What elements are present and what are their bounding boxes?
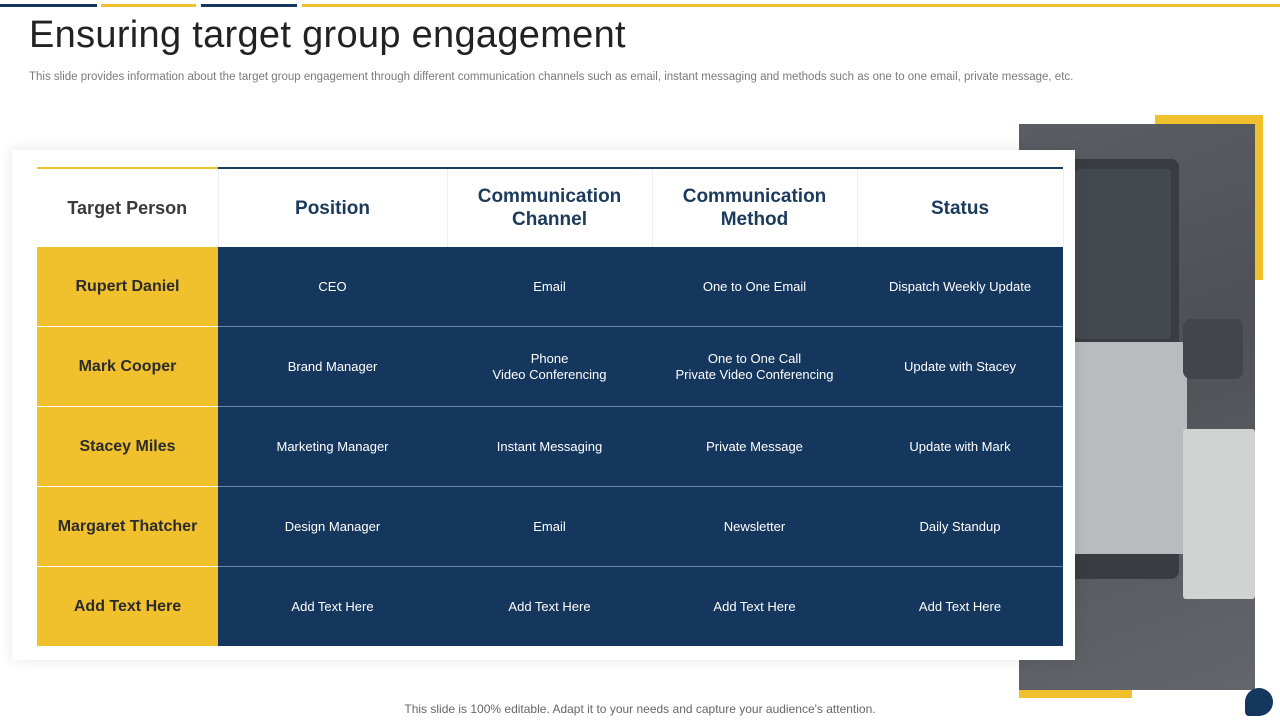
slide-title: Ensuring target group engagement: [29, 14, 626, 56]
cell-method: One to One Call Private Video Conferencin…: [652, 326, 857, 407]
cell-channel: Add Text Here: [447, 566, 652, 646]
header-status: Status: [857, 169, 1064, 247]
table-row: Stacey Miles Marketing Manager Instant M…: [37, 406, 1063, 487]
header-position: Position: [218, 169, 448, 247]
cell-position: Add Text Here: [218, 566, 447, 646]
top-accent-bar-1: [0, 4, 97, 7]
cell-channel: Email: [447, 247, 652, 327]
cell-channel: Instant Messaging: [447, 406, 652, 487]
cell-status: Update with Stacey: [857, 326, 1063, 407]
cell-method: Newsletter: [652, 486, 857, 567]
header-communication-method: Communication Method: [652, 169, 858, 247]
cell-target-person: Rupert Daniel: [37, 247, 218, 327]
top-accent-bar-2: [101, 4, 196, 7]
cell-channel: Email: [447, 486, 652, 567]
cell-target-person: Margaret Thatcher: [37, 486, 218, 567]
cell-target-person: Mark Cooper: [37, 326, 218, 407]
header-target-person: Target Person: [37, 169, 219, 247]
table-row: Rupert Daniel CEO Email One to One Email…: [37, 247, 1063, 327]
top-accent-bar-3: [201, 4, 297, 7]
table-header-row: Target Person Position Communication Chan…: [37, 169, 1064, 247]
chat-bubble-icon[interactable]: [1245, 688, 1273, 716]
cell-target-person: Add Text Here: [37, 566, 218, 646]
engagement-table: Target Person Position Communication Chan…: [37, 169, 1064, 646]
cell-channel: Phone Video Conferencing: [447, 326, 652, 407]
cell-position: Brand Manager: [218, 326, 447, 407]
slide-footer: This slide is 100% editable. Adapt it to…: [404, 702, 876, 716]
top-accent-bar-4: [302, 4, 1280, 7]
cell-position: Marketing Manager: [218, 406, 447, 487]
cell-method: Add Text Here: [652, 566, 857, 646]
cell-method: Private Message: [652, 406, 857, 487]
cell-status: Dispatch Weekly Update: [857, 247, 1063, 327]
cell-position: CEO: [218, 247, 447, 327]
slide-subtitle: This slide provides information about th…: [29, 71, 1074, 83]
cell-target-person: Stacey Miles: [37, 406, 218, 487]
header-communication-channel: Communication Channel: [447, 169, 653, 247]
cell-status: Update with Mark: [857, 406, 1063, 487]
table-row: Margaret Thatcher Design Manager Email N…: [37, 486, 1063, 567]
cell-status: Daily Standup: [857, 486, 1063, 567]
cell-method: One to One Email: [652, 247, 857, 327]
table-row: Add Text Here Add Text Here Add Text Her…: [37, 566, 1063, 646]
table-row: Mark Cooper Brand Manager Phone Video Con…: [37, 326, 1063, 407]
cell-status: Add Text Here: [857, 566, 1063, 646]
yellow-bottom-decoration: [1019, 690, 1132, 698]
cell-position: Design Manager: [218, 486, 447, 567]
